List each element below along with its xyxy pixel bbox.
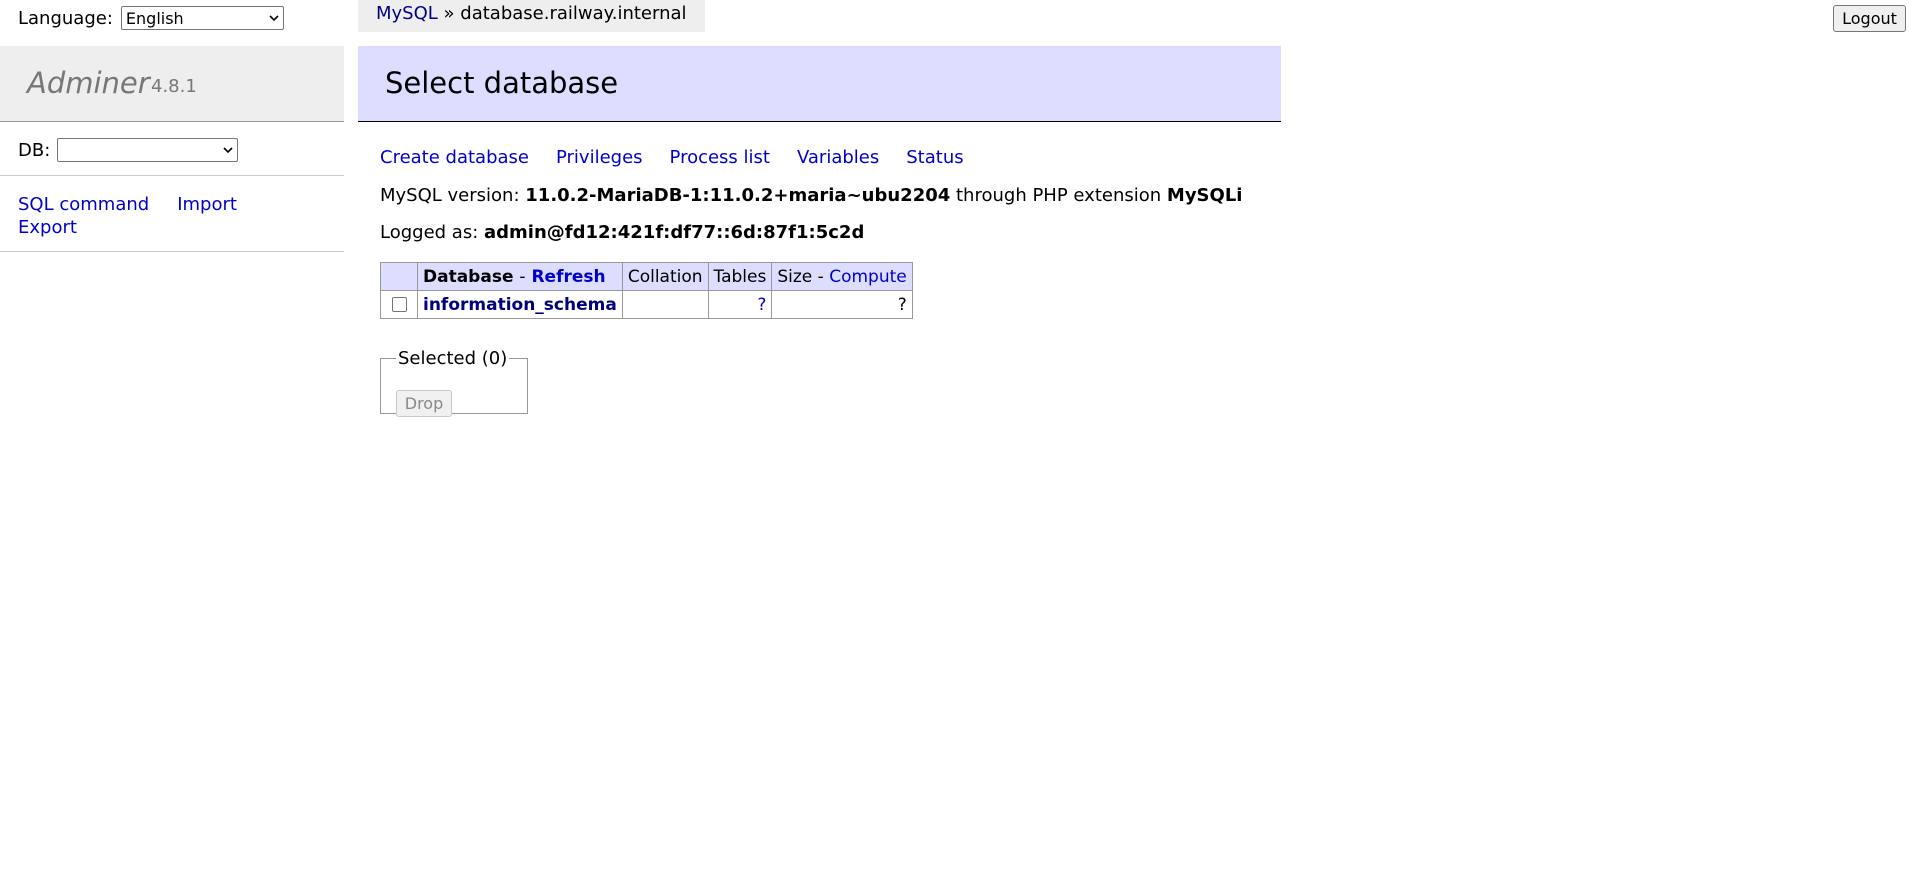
breadcrumb-driver-link[interactable]: MySQL [376, 3, 438, 24]
language-select-value: English [125, 8, 184, 28]
row-checkbox[interactable] [391, 297, 407, 312]
header-dash: - [519, 266, 526, 287]
selected-fieldset: Selected (0) Drop [380, 348, 528, 417]
brand-version: 4.8.1 [151, 76, 197, 97]
breadcrumb: MySQL » database.railway.internal [358, 0, 705, 32]
table-row: information_schema ? ? [380, 290, 913, 319]
databases-table: Database - Refresh Collation Tables Size… [380, 262, 913, 319]
brand-header: Adminer 4.8.1 [0, 46, 344, 122]
version-line: MySQL version: 11.0.2-MariaDB-1:11.0.2+m… [380, 185, 1242, 206]
version-label: MySQL version: [380, 185, 520, 206]
chevron-down-icon [223, 147, 233, 154]
breadcrumb-separator: » [443, 3, 455, 24]
table-header-row: Database - Refresh Collation Tables Size… [380, 262, 913, 291]
create-database-link[interactable]: Create database [380, 147, 529, 168]
sql-command-link[interactable]: SQL command [18, 194, 149, 215]
db-select[interactable] [57, 138, 239, 162]
header-size-label: Size [777, 266, 813, 287]
variables-link[interactable]: Variables [797, 147, 879, 168]
header-size: Size - Compute [771, 262, 913, 291]
size-cell: ? [771, 290, 913, 319]
select-all-header [380, 262, 418, 291]
db-name-cell: information_schema [417, 290, 623, 319]
process-list-link[interactable]: Process list [670, 147, 770, 168]
selected-legend: Selected (0) [398, 348, 508, 369]
header-dash: - [817, 266, 824, 287]
logged-value: admin@fd12:421f:df77::6d:87f1:5c2d [484, 222, 865, 243]
row-checkbox-cell [380, 290, 418, 319]
drop-button[interactable]: Drop [396, 390, 452, 417]
breadcrumb-server: database.railway.internal [460, 3, 687, 24]
logout-button[interactable]: Logout [1833, 5, 1906, 32]
language-select[interactable]: English [120, 6, 284, 30]
db-label: DB: [18, 139, 51, 161]
chevron-down-icon [269, 15, 279, 22]
status-link[interactable]: Status [906, 147, 963, 168]
language-label: Language: [18, 7, 113, 29]
header-database: Database - Refresh [417, 262, 623, 291]
tables-cell: ? [707, 290, 773, 319]
brand-link[interactable]: Adminer [27, 66, 150, 100]
collation-cell [621, 290, 709, 319]
header-collation: Collation [621, 262, 709, 291]
import-link[interactable]: Import [177, 194, 237, 215]
page-header: Select database [358, 46, 1281, 122]
tables-count-link[interactable]: ? [757, 295, 766, 315]
export-link[interactable]: Export [18, 217, 77, 238]
compute-link[interactable]: Compute [829, 267, 907, 287]
sidebar-menu: Language: English Adminer 4.8.1 DB: SQL … [0, 0, 344, 888]
header-database-label: Database [423, 266, 514, 287]
logged-label: Logged as: [380, 222, 479, 243]
page-title: Select database [385, 66, 619, 100]
header-tables: Tables [707, 262, 773, 291]
extension-name: MySQLi [1166, 185, 1243, 206]
through-text: through PHP extension [956, 185, 1162, 206]
privileges-link[interactable]: Privileges [556, 147, 643, 168]
divider [0, 251, 344, 252]
menu-links: SQL command Import Export [18, 193, 338, 239]
logged-line: Logged as: admin@fd12:421f:df77::6d:87f1… [380, 222, 864, 243]
divider [0, 175, 344, 176]
refresh-link[interactable]: Refresh [531, 267, 605, 287]
version-value: 11.0.2-MariaDB-1:11.0.2+maria~ubu2204 [525, 185, 951, 206]
db-row: DB: [18, 138, 239, 162]
database-link[interactable]: information_schema [423, 295, 617, 315]
action-links: Create database Privileges Process list Var… [380, 147, 991, 168]
language-row: Language: English [18, 6, 284, 30]
